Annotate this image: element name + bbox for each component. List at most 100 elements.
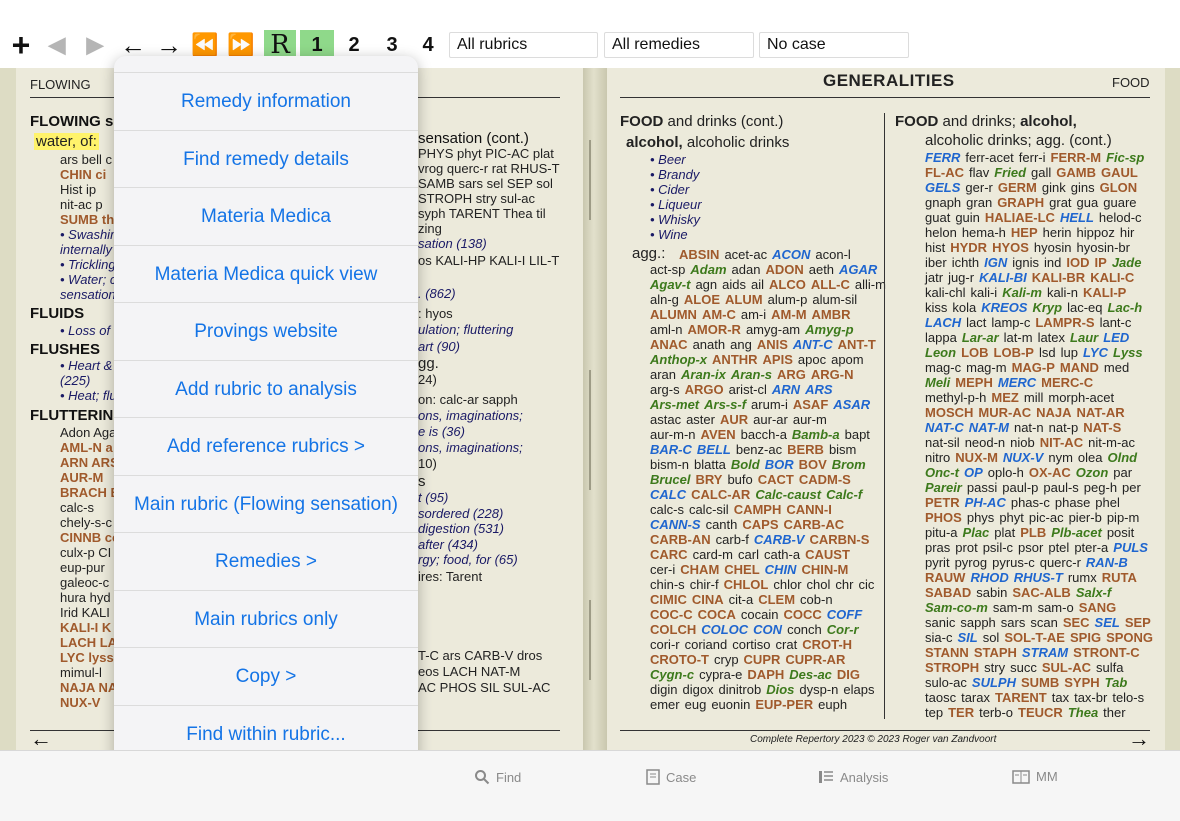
left-rubric-line[interactable]: CHIN ci	[60, 167, 106, 182]
remedy-abbrev[interactable]: nat-p	[1049, 420, 1079, 435]
remedy-abbrev[interactable]: mill	[1024, 390, 1044, 405]
left-mid-line[interactable]: T-C ars CARB-V dros	[418, 648, 542, 663]
remedy-abbrev[interactable]: AM-C	[702, 307, 736, 322]
remedy-abbrev[interactable]: IOD	[1066, 255, 1089, 270]
remedy-abbrev[interactable]: SYPH	[1064, 675, 1099, 690]
remedy-abbrev[interactable]: NAT-AR	[1077, 405, 1125, 420]
remedies-filter-select[interactable]: All remedies	[604, 32, 754, 58]
remedy-abbrev[interactable]: CROTO-T	[650, 652, 709, 667]
left-rubric-line[interactable]: mimul-l	[60, 665, 102, 680]
left-rubric-line[interactable]: • Water; c	[60, 272, 116, 287]
remedy-abbrev[interactable]: IP	[1095, 255, 1107, 270]
remedy-abbrev[interactable]: STANN	[925, 645, 969, 660]
remedy-abbrev[interactable]: flav	[969, 165, 989, 180]
left-mid-line[interactable]: zing	[418, 221, 442, 236]
drink-subrubric[interactable]: • Cider	[650, 182, 689, 197]
remedy-abbrev[interactable]: cori-r	[650, 637, 680, 652]
remedy-abbrev[interactable]: COCC	[783, 607, 821, 622]
remedy-abbrev[interactable]: card-m	[693, 547, 733, 562]
menu-item[interactable]: Remedy information	[114, 72, 418, 130]
left-mid-line[interactable]: sordered (228)	[418, 506, 503, 521]
remedy-abbrev[interactable]: Pareir	[925, 480, 962, 495]
remedy-abbrev[interactable]: mag-m	[966, 360, 1006, 375]
remedy-abbrev[interactable]: guat	[925, 210, 950, 225]
remedy-abbrev[interactable]: Cor-r	[827, 622, 859, 637]
remedy-abbrev[interactable]: aster	[686, 412, 715, 427]
remedy-abbrev[interactable]: chlor	[773, 577, 801, 592]
remedy-abbrev[interactable]: SEL	[1095, 615, 1120, 630]
forward-icon[interactable]: ▶	[82, 30, 108, 60]
remedy-abbrev[interactable]: GERM	[998, 180, 1037, 195]
left-rubric-line[interactable]: AML-N a	[60, 440, 113, 455]
remedy-abbrev[interactable]: gran	[966, 195, 992, 210]
remedy-abbrev[interactable]: Leon	[925, 345, 956, 360]
remedy-abbrev[interactable]: TEUCR	[1018, 705, 1063, 720]
left-mid-line[interactable]: e is (36)	[418, 424, 465, 439]
remedy-abbrev[interactable]: gua	[1077, 195, 1099, 210]
remedy-abbrev[interactable]: GRAPH	[997, 195, 1044, 210]
rubric-food-alcohol[interactable]: FOOD and drinks; alcohol,	[895, 113, 1077, 130]
remedy-abbrev[interactable]: Lyss	[1113, 345, 1143, 360]
remedy-abbrev[interactable]: ALOE	[684, 292, 720, 307]
remedy-abbrev[interactable]: sulo-ac	[925, 675, 967, 690]
remedy-abbrev[interactable]: aur-m-n	[650, 427, 696, 442]
remedy-abbrev[interactable]: pier-b	[1069, 510, 1102, 525]
left-rubric-line[interactable]: galeoc-c	[60, 575, 109, 590]
left-rubric-line[interactable]: LYC lyss	[60, 650, 114, 665]
remedy-abbrev[interactable]: CAUST	[805, 547, 850, 562]
rubric-flushes[interactable]: FLUSHES	[30, 341, 100, 358]
remedy-abbrev[interactable]: hippoz	[1077, 225, 1115, 240]
remedy-abbrev[interactable]: bacch-a	[741, 427, 787, 442]
left-mid-line[interactable]: vrog querc-r rat RHUS-T	[418, 161, 560, 176]
left-mid-line[interactable]: on: calc-ar sapph	[418, 392, 518, 407]
left-rubric-line[interactable]: ars bell c	[60, 152, 112, 167]
remedy-abbrev[interactable]: bapt	[845, 427, 870, 442]
remedy-abbrev[interactable]: COLOC	[701, 622, 748, 637]
remedy-abbrev[interactable]: prot	[955, 540, 977, 555]
remedy-abbrev[interactable]: LYC	[1083, 345, 1108, 360]
remedy-abbrev[interactable]: ALUMN	[650, 307, 697, 322]
remedy-abbrev[interactable]: HELL	[1060, 210, 1094, 225]
remedy-abbrev[interactable]: CALC	[650, 487, 686, 502]
remedy-abbrev[interactable]: FL-AC	[925, 165, 964, 180]
remedy-abbrev[interactable]: SUMB	[1021, 675, 1059, 690]
remedy-abbrev[interactable]: carb-f	[716, 532, 749, 547]
remedy-abbrev[interactable]: CON	[753, 622, 782, 637]
remedy-abbrev[interactable]: pyrit	[925, 555, 950, 570]
remedy-abbrev[interactable]: alli-m	[855, 277, 886, 292]
remedy-abbrev[interactable]: Aran-s	[731, 367, 772, 382]
remedy-abbrev[interactable]: Bamb-a	[792, 427, 840, 442]
remedy-abbrev[interactable]: chin-s	[650, 577, 685, 592]
remedy-abbrev[interactable]: nit-m-ac	[1088, 435, 1135, 450]
remedy-abbrev[interactable]: methyl-p-h	[925, 390, 986, 405]
remedy-abbrev[interactable]: par	[1113, 465, 1132, 480]
remedy-abbrev[interactable]: kali-chl	[925, 285, 965, 300]
remedy-abbrev[interactable]: LOB-P	[994, 345, 1034, 360]
remedy-abbrev[interactable]: jug-r	[948, 270, 974, 285]
menu-item[interactable]: Materia Medica	[114, 187, 418, 245]
left-rubric-line[interactable]: • Heart &	[60, 358, 112, 373]
remedy-abbrev[interactable]: Jade	[1112, 255, 1142, 270]
remedy-abbrev[interactable]: KALI-C	[1090, 270, 1134, 285]
remedy-abbrev[interactable]: CHLOL	[724, 577, 769, 592]
remedy-abbrev[interactable]: olea	[1078, 450, 1103, 465]
remedy-abbrev[interactable]: gink	[1042, 180, 1066, 195]
left-rubric-line[interactable]: Irid KALI	[60, 605, 110, 620]
remedy-abbrev[interactable]: Thea	[1068, 705, 1098, 720]
remedy-abbrev[interactable]: hist	[925, 240, 945, 255]
remedy-abbrev[interactable]: MUR-AC	[978, 405, 1031, 420]
add-icon[interactable]: +	[6, 27, 36, 63]
remedy-abbrev[interactable]: alum-sil	[812, 292, 857, 307]
drink-subrubric[interactable]: • Beer	[650, 152, 686, 167]
remedy-abbrev[interactable]: astac	[650, 412, 681, 427]
remedy-abbrev[interactable]: acon-l	[815, 247, 850, 262]
remedy-abbrev[interactable]: CUPR	[744, 652, 781, 667]
remedy-abbrev[interactable]: Brom	[832, 457, 866, 472]
remedy-abbrev[interactable]: tarax	[961, 690, 990, 705]
menu-item[interactable]: Add reference rubrics >	[114, 417, 418, 475]
remedy-abbrev[interactable]: AVEN	[701, 427, 736, 442]
remedy-abbrev[interactable]: ferr-i	[1019, 150, 1046, 165]
remedy-abbrev[interactable]: CLEM	[758, 592, 795, 607]
remedy-abbrev[interactable]: CHIN-M	[801, 562, 848, 577]
remedy-abbrev[interactable]: Fic-sp	[1106, 150, 1144, 165]
